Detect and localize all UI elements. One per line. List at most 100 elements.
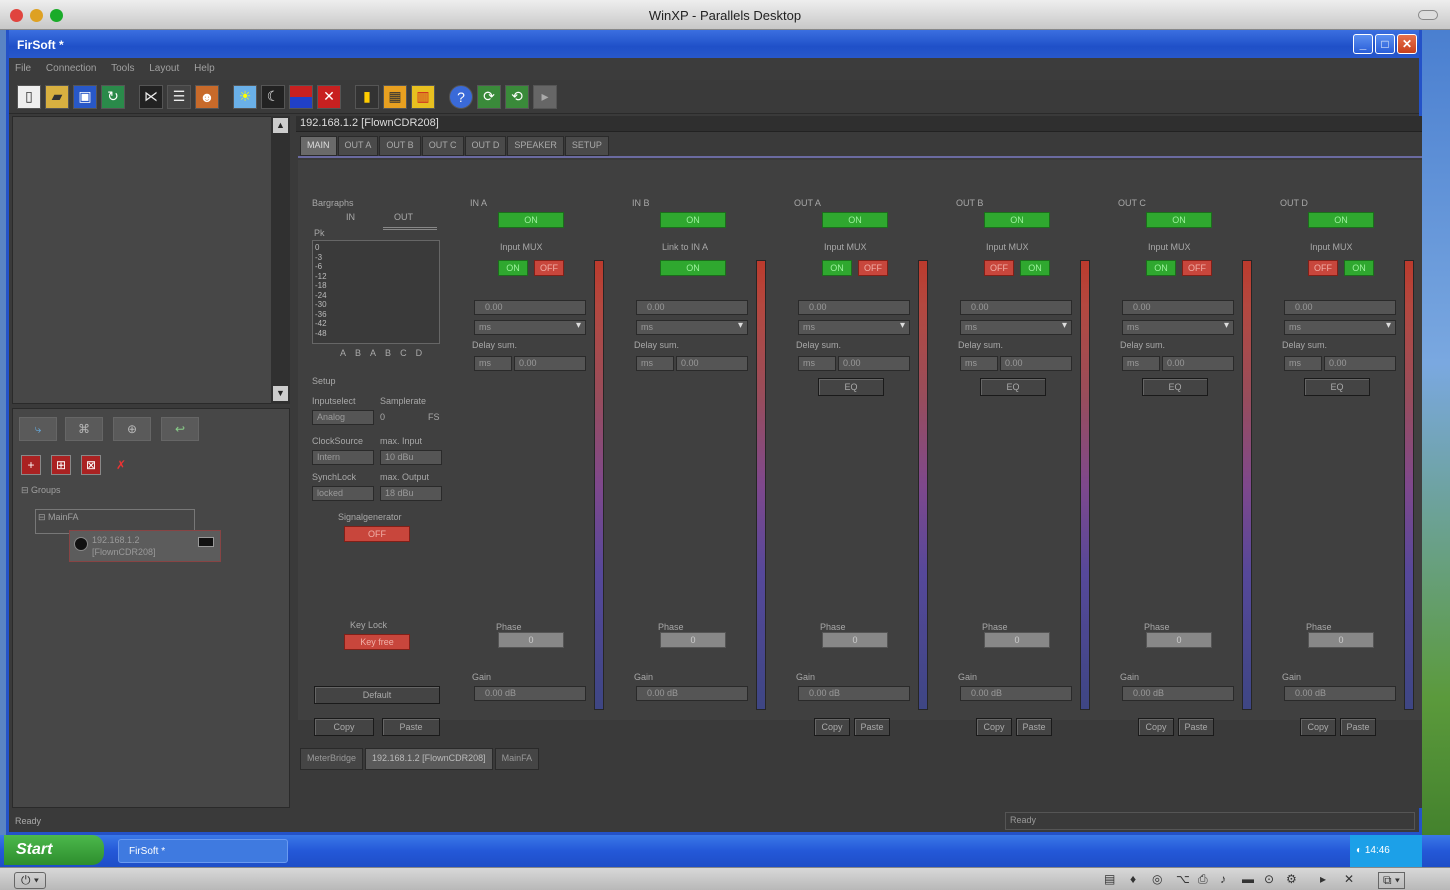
copy-button[interactable]: Copy <box>314 718 374 736</box>
channel-on-button[interactable]: ON <box>822 212 888 228</box>
start-button[interactable]: Start <box>4 835 104 865</box>
add-subitem-icon[interactable]: ⊞ <box>51 455 71 475</box>
sync-icon[interactable]: ↩ <box>161 417 199 441</box>
phase-toggle[interactable]: 0 <box>984 632 1050 648</box>
channel-paste-button[interactable]: Paste <box>854 718 890 736</box>
connect-icon[interactable]: ⟳ <box>477 84 501 109</box>
delay-unit-select[interactable]: ms <box>636 320 748 335</box>
channel-copy-button[interactable]: Copy <box>814 718 850 736</box>
chevron-down-icon[interactable]: ▾ <box>1062 320 1067 331</box>
open-folder-icon[interactable]: ▰ <box>45 84 69 109</box>
menu-help[interactable]: Help <box>194 63 215 74</box>
channel-on-button[interactable]: ON <box>1146 212 1212 228</box>
delay-unit-select[interactable]: ms <box>798 320 910 335</box>
delay-unit-select[interactable]: ms <box>1284 320 1396 335</box>
mux-a-button[interactable]: ON <box>660 260 726 276</box>
moon-icon[interactable]: ☾ <box>261 84 285 109</box>
mux-b-button[interactable]: ON <box>1020 260 1050 276</box>
channel-on-button[interactable]: ON <box>498 212 564 228</box>
chevron-down-icon[interactable]: ▾ <box>900 320 905 331</box>
keylock-toggle[interactable]: Key free <box>344 634 410 650</box>
new-file-icon[interactable]: ▯ <box>17 84 41 109</box>
light-icon[interactable]: ☀ <box>233 84 257 109</box>
maxinput-select[interactable]: 10 dBu <box>380 450 442 465</box>
coherence-icon[interactable]: ▸ <box>1320 872 1326 886</box>
list-icon[interactable]: ☰ <box>167 84 191 109</box>
save-icon[interactable]: ▣ <box>73 84 97 109</box>
meter-grid-icon[interactable]: ▦ <box>383 84 407 109</box>
delay-unit-select[interactable]: ms <box>1122 320 1234 335</box>
inputselect-select[interactable]: Analog <box>312 410 374 425</box>
channel-on-button[interactable]: ON <box>1308 212 1374 228</box>
mux-a-button[interactable]: OFF <box>984 260 1014 276</box>
microphone-icon[interactable]: ♦ <box>1130 872 1136 886</box>
refresh-icon[interactable]: ↻ <box>101 84 125 109</box>
gain-input[interactable]: 0.00 dB <box>1284 686 1396 701</box>
delay-sum-unit-select[interactable]: ms <box>1122 356 1160 371</box>
mux-b-button[interactable]: OFF <box>1182 260 1212 276</box>
menu-layout[interactable]: Layout <box>149 63 179 74</box>
add-group-icon[interactable]: ⤷ <box>19 417 57 441</box>
play-icon[interactable]: ▸ <box>533 84 557 109</box>
channel-copy-button[interactable]: Copy <box>1138 718 1174 736</box>
locate-device-icon[interactable]: ⊕ <box>113 417 151 441</box>
delay-sum-unit-select[interactable]: ms <box>798 356 836 371</box>
chevron-down-icon[interactable]: ▾ <box>738 320 743 331</box>
close-button[interactable]: ✕ <box>1397 34 1417 54</box>
delay-input[interactable]: 0.00 <box>636 300 748 315</box>
mux-b-button[interactable]: OFF <box>858 260 888 276</box>
bottom-tab-device[interactable]: 192.168.1.2 [FlownCDR208] <box>365 748 493 770</box>
default-button[interactable]: Default <box>314 686 440 704</box>
gain-input[interactable]: 0.00 dB <box>960 686 1072 701</box>
bottom-tab-mainfa[interactable]: MainFA <box>494 748 540 770</box>
delay-unit-select[interactable]: ms <box>960 320 1072 335</box>
add-item-icon[interactable]: + <box>21 455 41 475</box>
mux-a-button[interactable]: ON <box>498 260 528 276</box>
delay-input[interactable]: 0.00 <box>1284 300 1396 315</box>
channel-on-button[interactable]: ON <box>984 212 1050 228</box>
scan-network-icon[interactable]: ⌘ <box>65 417 103 441</box>
tab-out-c[interactable]: OUT C <box>421 136 464 156</box>
chevron-down-icon[interactable]: ▾ <box>1224 320 1229 331</box>
tab-setup[interactable]: SETUP <box>564 136 609 156</box>
delay-sum-unit-select[interactable]: ms <box>960 356 998 371</box>
cd-icon[interactable]: ◎ <box>1152 872 1162 886</box>
eq-button[interactable]: EQ <box>818 378 884 396</box>
tab-main[interactable]: MAIN <box>300 136 337 156</box>
phase-toggle[interactable]: 0 <box>498 632 564 648</box>
channel-copy-button[interactable]: Copy <box>1300 718 1336 736</box>
usb-icon[interactable]: ⌥ <box>1176 872 1190 886</box>
mac-toolbar-toggle[interactable] <box>1418 10 1438 20</box>
meter-multi-icon[interactable]: ▥ <box>411 84 435 109</box>
help-icon[interactable]: ? <box>449 84 473 109</box>
network-status-icon[interactable]: ⊙ <box>1264 872 1274 886</box>
tree-groups-node[interactable]: ⊟ Groups <box>21 485 61 496</box>
delay-unit-select[interactable]: ms <box>474 320 586 335</box>
phase-toggle[interactable]: 0 <box>660 632 726 648</box>
maximize-button[interactable]: □ <box>1375 34 1395 54</box>
keyboard-icon[interactable]: ▤ <box>1104 872 1115 886</box>
delay-input[interactable]: 0.00 <box>960 300 1072 315</box>
mux-b-button[interactable]: OFF <box>534 260 564 276</box>
menu-file[interactable]: File <box>15 63 31 74</box>
minimize-button[interactable]: _ <box>1353 34 1373 54</box>
mux-b-button[interactable]: ON <box>1344 260 1374 276</box>
channel-paste-button[interactable]: Paste <box>1178 718 1214 736</box>
power-icon[interactable]: ⏻ ▾ <box>14 872 46 889</box>
siggen-toggle[interactable]: OFF <box>344 526 410 542</box>
mux-a-button[interactable]: ON <box>1146 260 1176 276</box>
delay-sum-unit-select[interactable]: ms <box>636 356 674 371</box>
gain-input[interactable]: 0.00 dB <box>798 686 910 701</box>
maxoutput-select[interactable]: 18 dBu <box>380 486 442 501</box>
phase-toggle[interactable]: 0 <box>1308 632 1374 648</box>
eq-button[interactable]: EQ <box>1304 378 1370 396</box>
printer-icon[interactable]: ⎙ <box>1198 872 1208 887</box>
device-list-scrollbar[interactable]: ▲ ▼ <box>271 116 290 404</box>
channel-copy-button[interactable]: Copy <box>976 718 1012 736</box>
network-icon[interactable]: ⋉ <box>139 84 163 109</box>
delay-input[interactable]: 0.00 <box>798 300 910 315</box>
mute-icon[interactable]: ✕ <box>317 84 341 109</box>
bottom-tab-meterbridge[interactable]: MeterBridge <box>300 748 364 770</box>
sound-icon[interactable]: ♪ <box>1220 872 1226 886</box>
chevron-down-icon[interactable]: ▾ <box>1386 320 1391 331</box>
